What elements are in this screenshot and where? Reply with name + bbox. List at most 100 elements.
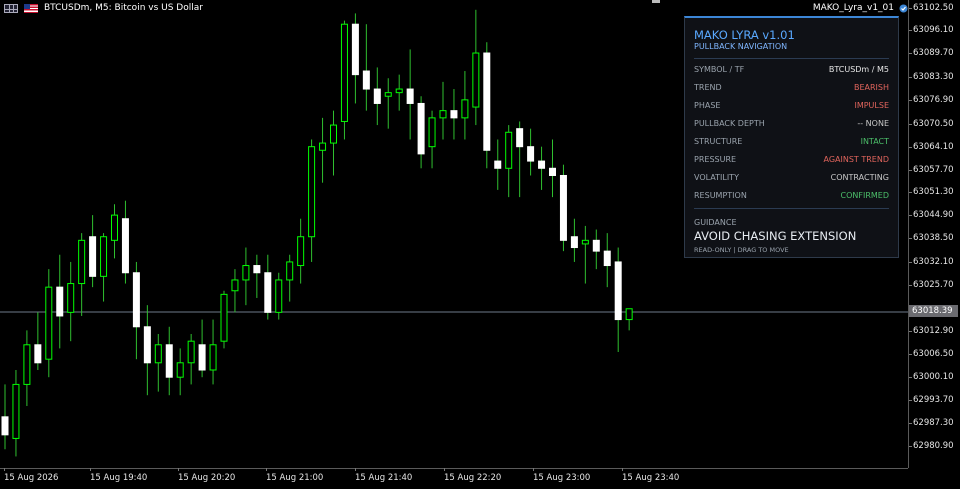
panel-row-value: INTACT — [860, 137, 889, 146]
panel-row-value: CONTRACTING — [830, 173, 889, 182]
bullish-candle — [209, 344, 217, 371]
bullish-candle — [176, 362, 184, 378]
panel-row-label: SYMBOL / TF — [694, 65, 745, 74]
price-tick-label: 62993.70 — [909, 395, 954, 405]
panel-title: MAKO LYRA v1.01 — [694, 28, 795, 42]
price-tick-label: 63083.30 — [909, 72, 954, 82]
bearish-candle — [527, 146, 535, 162]
bullish-candle — [581, 239, 589, 245]
bullish-candle — [319, 142, 327, 151]
bullish-candle — [23, 344, 31, 385]
bullish-candle — [220, 293, 228, 342]
bearish-candle — [549, 167, 556, 176]
bullish-candle — [100, 236, 108, 277]
time-tick-label: 15 Aug 19:40 — [90, 468, 148, 483]
bearish-candle — [34, 344, 42, 364]
panel-row-value: BTCUSDm / M5 — [828, 65, 889, 74]
price-tick-label: 63070.50 — [909, 119, 954, 129]
price-tick-label: 63044.90 — [909, 210, 954, 220]
panel-row-value: AGAINST TREND — [823, 155, 890, 164]
mako-lyra-panel[interactable]: MAKO LYRA v1.01 PULLBACK NAVIGATION SYMB… — [684, 16, 899, 258]
panel-row-label: RESUMPTION — [694, 191, 747, 200]
panel-row-value: BEARISH — [853, 83, 889, 92]
candles-group — [1, 9, 633, 457]
bearish-candle — [143, 326, 151, 364]
price-tick-label: 63000.10 — [909, 372, 954, 382]
bearish-candle — [121, 218, 129, 274]
bearish-candle — [494, 160, 502, 169]
time-axis[interactable]: 15 Aug 2026 15 Aug 19:40 15 Aug 20:20 15 Au… — [0, 468, 908, 489]
panel-row-value: IMPULSE — [854, 101, 889, 110]
panel-divider — [694, 58, 889, 59]
bullish-candle — [308, 146, 316, 238]
price-tick-label: 63064.10 — [909, 142, 954, 152]
price-tick-label: 63032.10 — [909, 257, 954, 267]
window-corner-mark — [652, 0, 660, 3]
price-tick-label: 63006.50 — [909, 349, 954, 359]
bearish-candle — [89, 236, 97, 277]
panel-row: TREND BEARISH — [694, 83, 889, 95]
time-tick-label: 15 Aug 23:00 — [533, 468, 591, 483]
panel-row: PULLBACK DEPTH -- NONE — [694, 119, 889, 131]
bullish-candle — [472, 52, 480, 108]
bearish-candle — [56, 286, 64, 317]
price-tick-label: 63057.70 — [909, 165, 954, 175]
time-tick-label: 15 Aug 21:00 — [266, 468, 324, 483]
bearish-candle — [198, 344, 206, 371]
indicator-name: MAKO_Lyra_v1_01 — [812, 3, 894, 13]
guidance-label: GUIDANCE — [694, 218, 737, 227]
time-tick-label: 15 Aug 2026 — [4, 468, 59, 483]
panel-divider — [694, 208, 889, 209]
panel-row-label: PHASE — [694, 101, 721, 110]
bullish-candle — [439, 110, 447, 119]
one-click-trading-icon[interactable] — [4, 3, 18, 13]
panel-row-label: PULLBACK DEPTH — [694, 119, 765, 128]
bullish-candle — [395, 88, 403, 94]
panel-row: PRESSURE AGAINST TREND — [694, 155, 889, 167]
price-tick-label: 63025.70 — [909, 280, 954, 290]
time-tick-label: 15 Aug 21:40 — [355, 468, 413, 483]
bullish-candle — [297, 236, 305, 267]
time-tick-label: 15 Aug 22:20 — [444, 468, 502, 483]
panel-row-value: -- NONE — [857, 119, 889, 128]
panel-row: SYMBOL / TF BTCUSDm / M5 — [694, 65, 889, 77]
us-flag-icon — [24, 3, 38, 13]
bullish-candle — [461, 99, 469, 119]
panel-row-value: CONFIRMED — [840, 191, 889, 200]
bullish-candle — [625, 308, 633, 321]
bullish-candle — [67, 283, 75, 313]
panel-row-label: TREND — [694, 83, 722, 92]
bearish-candle — [538, 160, 546, 169]
bearish-candle — [614, 261, 622, 321]
indicator-label[interactable]: MAKO_Lyra_v1_01 — [813, 3, 908, 13]
bearish-candle — [351, 23, 359, 76]
bullish-candle — [78, 239, 86, 285]
guidance-hint: READ-ONLY | DRAG TO MOVE — [694, 246, 789, 254]
symbol-header: BTCUSDm, M5: Bitcoin vs US Dollar — [4, 3, 203, 13]
bullish-candle — [111, 214, 118, 241]
panel-subtitle: PULLBACK NAVIGATION — [694, 42, 788, 51]
bullish-candle — [231, 279, 239, 292]
bearish-candle — [603, 250, 611, 267]
price-tick-label: 63089.70 — [909, 48, 954, 58]
panel-row: STRUCTURE INTACT — [694, 137, 889, 149]
bullish-candle — [187, 340, 195, 364]
bearish-candle — [450, 110, 458, 119]
bearish-candle — [362, 70, 370, 90]
price-tick-label: 62980.90 — [909, 441, 954, 451]
indicator-settings-icon[interactable] — [899, 4, 908, 13]
price-tick-label: 63038.50 — [909, 233, 954, 243]
bearish-candle — [417, 102, 425, 155]
price-tick-label: 63012.90 — [909, 326, 954, 336]
bearish-candle — [559, 174, 567, 241]
bullish-candle — [428, 117, 436, 148]
current-price-tag: 63018.39 — [909, 305, 958, 317]
bearish-candle — [406, 88, 414, 104]
panel-row: VOLATILITY CONTRACTING — [694, 173, 889, 185]
price-tick-label: 63076.90 — [909, 95, 954, 105]
panel-row: RESUMPTION CONFIRMED — [694, 191, 889, 203]
price-axis[interactable]: 63102.50 63096.10 63089.70 63083.30 63076.90… — [908, 0, 960, 468]
time-tick-label: 15 Aug 23:40 — [622, 468, 680, 483]
price-tick-label: 62987.30 — [909, 418, 954, 428]
bearish-candle — [165, 344, 173, 378]
